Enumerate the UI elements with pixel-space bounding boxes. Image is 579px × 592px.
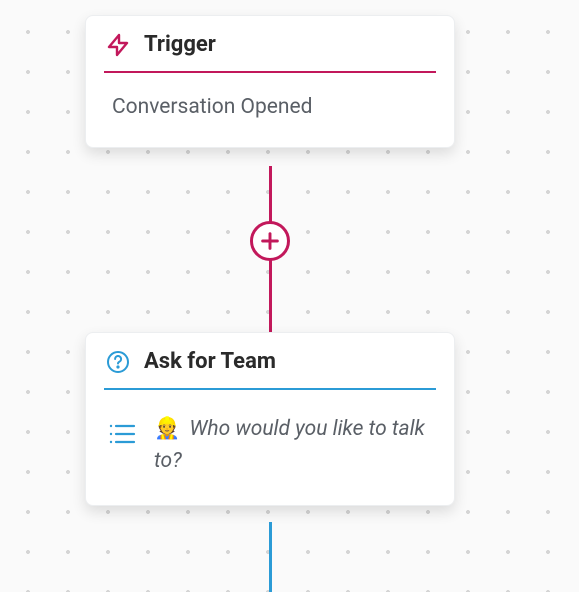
trigger-node[interactable]: Trigger Conversation Opened [85,15,455,148]
ask-for-team-body: 👷 Who would you like to talk to? [86,390,454,505]
lightning-icon [106,33,130,57]
trigger-node-header: Trigger [86,16,454,71]
ask-for-team-node[interactable]: Ask for Team 👷 Who would you like to tal… [85,332,455,506]
ask-prompt-text: 👷 Who would you like to talk to? [154,414,428,477]
plus-icon [259,230,281,252]
ask-for-team-title: Ask for Team [144,349,276,374]
trigger-node-title: Trigger [144,32,216,57]
list-icon [108,422,136,446]
emoji-icon: 👷 [154,417,180,441]
connector [269,260,272,332]
connector [269,166,272,222]
question-circle-icon [106,350,130,374]
ask-prompt-label: Who would you like to talk to? [154,417,425,473]
add-step-button[interactable] [250,221,290,261]
trigger-node-body: Conversation Opened [86,73,454,147]
workflow-canvas[interactable]: Trigger Conversation Opened Ask for Team [0,0,579,590]
ask-for-team-header: Ask for Team [86,333,454,388]
connector [269,522,272,592]
trigger-event-label: Conversation Opened [108,95,432,119]
